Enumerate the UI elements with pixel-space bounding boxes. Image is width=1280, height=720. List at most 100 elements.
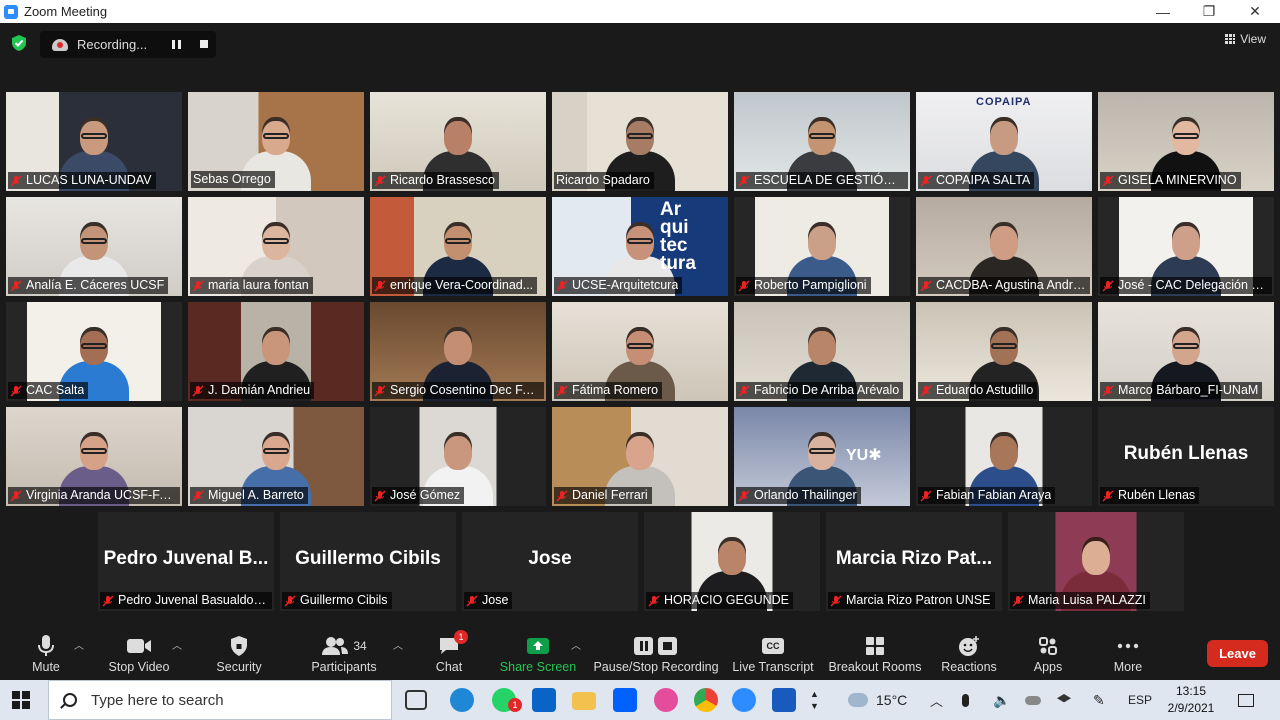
participant-tile[interactable]: Sebas Orrego xyxy=(188,92,364,191)
participant-nameplate: Rubén Llenas xyxy=(1100,487,1200,504)
pause-recording-icon[interactable] xyxy=(172,40,181,49)
participant-tile[interactable]: José Gómez xyxy=(370,407,546,506)
participant-tile[interactable]: CAC Salta xyxy=(6,302,182,401)
restore-button[interactable]: ❐ xyxy=(1186,0,1232,23)
taskbar-clock[interactable]: 13:15 2/9/2021 xyxy=(1164,683,1218,717)
participant-tile[interactable]: YU✱ Orlando Thailinger xyxy=(734,407,910,506)
participant-name: Virginia Aranda UCSF-FAD xyxy=(26,488,176,502)
pen-icon[interactable]: ✎ xyxy=(1093,680,1105,720)
participant-tile[interactable]: Jose Jose xyxy=(462,512,638,611)
participant-tile[interactable]: GISELA MINERVINO xyxy=(1098,92,1274,191)
participant-tile[interactable]: Marcia Rizo Pat... Marcia Rizo Patron UNS… xyxy=(826,512,1002,611)
participant-tile[interactable]: HORACIO GEGUNDE xyxy=(644,512,820,611)
muted-mic-icon xyxy=(920,385,932,397)
app-icon-pink[interactable] xyxy=(654,688,678,712)
participant-tile[interactable]: Virginia Aranda UCSF-FAD xyxy=(6,407,182,506)
participant-tile[interactable]: Rubén Llenas Rubén Llenas xyxy=(1098,407,1274,506)
participant-display-name: Rubén Llenas xyxy=(1123,443,1249,464)
chat-label: Chat xyxy=(435,660,463,674)
participant-tile[interactable]: Daniel Ferrari xyxy=(552,407,728,506)
participant-tile[interactable]: Miguel A. Barreto xyxy=(188,407,364,506)
encryption-shield-icon[interactable] xyxy=(10,34,28,52)
participant-tile[interactable]: Eduardo Astudillo xyxy=(916,302,1092,401)
participant-tile[interactable]: maria laura fontan xyxy=(188,197,364,296)
live-transcript-button[interactable]: CC Live Transcript xyxy=(732,630,814,680)
participant-tile[interactable]: Pedro Juvenal B... Pedro Juvenal Basualdo… xyxy=(98,512,274,611)
participant-tile[interactable]: LUCAS LUNA-UNDAV xyxy=(6,92,182,191)
participant-name: Marco Bárbaro_FI-UNaM xyxy=(1118,383,1259,397)
participant-tile[interactable]: Marco Bárbaro_FI-UNaM xyxy=(1098,302,1274,401)
participant-tile[interactable]: Sergio Cosentino Dec FA... xyxy=(370,302,546,401)
task-view-icon[interactable] xyxy=(405,690,427,710)
zoom-app-icon xyxy=(4,4,18,19)
participant-nameplate: Miguel A. Barreto xyxy=(190,487,308,504)
share-screen-button[interactable]: Share Screen xyxy=(500,630,576,680)
word-icon[interactable] xyxy=(772,688,796,712)
leave-button[interactable]: Leave xyxy=(1207,640,1268,667)
notification-icon[interactable] xyxy=(1238,680,1254,720)
onedrive-icon[interactable] xyxy=(1025,680,1041,720)
participants-options-chevron-icon[interactable]: ︿ xyxy=(393,637,403,652)
stop-recording-icon[interactable] xyxy=(200,40,208,48)
weather-widget[interactable]: 15°C xyxy=(848,680,907,720)
windows-start-icon[interactable] xyxy=(12,691,30,709)
file-explorer-icon[interactable] xyxy=(572,692,596,710)
zoom-taskbar-icon[interactable] xyxy=(732,688,756,712)
participant-name: maria laura fontan xyxy=(208,278,309,292)
tray-overflow-icon[interactable]: ︿ xyxy=(930,680,943,720)
participants-button[interactable]: 34 Participants xyxy=(308,630,380,680)
participant-tile[interactable]: Maria Luisa PALAZZI xyxy=(1008,512,1184,611)
whatsapp-icon[interactable]: 1 xyxy=(492,688,522,712)
participant-tile[interactable]: Fátima Romero xyxy=(552,302,728,401)
security-button[interactable]: Security xyxy=(212,630,266,680)
dropbox-tray-icon[interactable] xyxy=(1057,680,1071,720)
participant-name: enrique Vera-Coordinad... xyxy=(390,278,534,292)
edge-browser-icon[interactable] xyxy=(450,688,474,712)
share-options-chevron-icon[interactable]: ︿ xyxy=(571,637,581,652)
outlook-icon[interactable] xyxy=(532,688,556,712)
apps-button[interactable]: Apps xyxy=(1028,630,1068,680)
participant-tile[interactable]: enrique Vera-Coordinad... xyxy=(370,197,546,296)
participant-tile[interactable]: Analía E. Cáceres UCSF xyxy=(6,197,182,296)
participant-tile[interactable]: Fabricio De Arriba Arévalo xyxy=(734,302,910,401)
stop-video-button[interactable]: Stop Video xyxy=(104,630,174,680)
stop-video-label: Stop Video xyxy=(108,660,170,674)
reactions-button[interactable]: Reactions xyxy=(940,630,998,680)
participant-tile[interactable]: José - CAC Delegación Ci... xyxy=(1098,197,1274,296)
chat-button[interactable]: 1 Chat xyxy=(432,630,468,680)
participant-nameplate: José - CAC Delegación Ci... xyxy=(1100,277,1272,294)
participant-tile[interactable]: Roberto Pampiglioni xyxy=(734,197,910,296)
volume-icon[interactable]: 🔈 xyxy=(993,680,1010,720)
video-options-chevron-icon[interactable]: ︿ xyxy=(172,637,182,652)
minimize-button[interactable]: — xyxy=(1140,0,1186,23)
pause-stop-recording-button[interactable]: Pause/Stop Recording xyxy=(593,630,719,680)
muted-mic-icon xyxy=(10,490,22,502)
participant-tile[interactable]: Ricardo Brassesco xyxy=(370,92,546,191)
chrome-icon[interactable] xyxy=(694,688,718,712)
participant-nameplate: Marcia Rizo Patron UNSE xyxy=(828,592,995,609)
audio-options-chevron-icon[interactable]: ︿ xyxy=(74,637,84,652)
participant-name: CAC Salta xyxy=(26,383,85,397)
more-dots-icon xyxy=(1117,643,1139,649)
language-indicator[interactable]: ESP xyxy=(1128,680,1152,720)
participant-tile[interactable]: Ar qui tec tura UCSE-Arquitetcura xyxy=(552,197,728,296)
participant-tile[interactable]: COPAIPA COPAIPA SALTA xyxy=(916,92,1092,191)
taskbar-scroll[interactable]: ▲ ▼ xyxy=(810,680,819,720)
tray-microphone-icon[interactable] xyxy=(962,680,969,720)
participant-tile[interactable]: ESCUELA DE GESTIÓN DE... xyxy=(734,92,910,191)
participant-name: Fabian Fabian Araya xyxy=(936,488,1052,502)
mute-button[interactable]: Mute xyxy=(20,630,72,680)
close-button[interactable]: ✕ xyxy=(1232,0,1278,23)
dropbox-icon[interactable] xyxy=(613,688,637,712)
taskbar-search-box[interactable]: Type here to search xyxy=(48,680,392,720)
participant-tile[interactable]: CACDBA- Agustina Andre... xyxy=(916,197,1092,296)
participant-nameplate: Fátima Romero xyxy=(554,382,663,399)
more-button[interactable]: More xyxy=(1106,630,1150,680)
participant-tile[interactable]: J. Damián Andrieu xyxy=(188,302,364,401)
breakout-rooms-button[interactable]: Breakout Rooms xyxy=(828,630,922,680)
view-button[interactable]: View xyxy=(1225,32,1266,46)
participant-tile[interactable]: Fabian Fabian Araya xyxy=(916,407,1092,506)
participant-tile[interactable]: Guillermo Cibils Guillermo Cibils xyxy=(280,512,456,611)
muted-mic-icon xyxy=(556,385,568,397)
participant-tile[interactable]: Ricardo Spadaro xyxy=(552,92,728,191)
